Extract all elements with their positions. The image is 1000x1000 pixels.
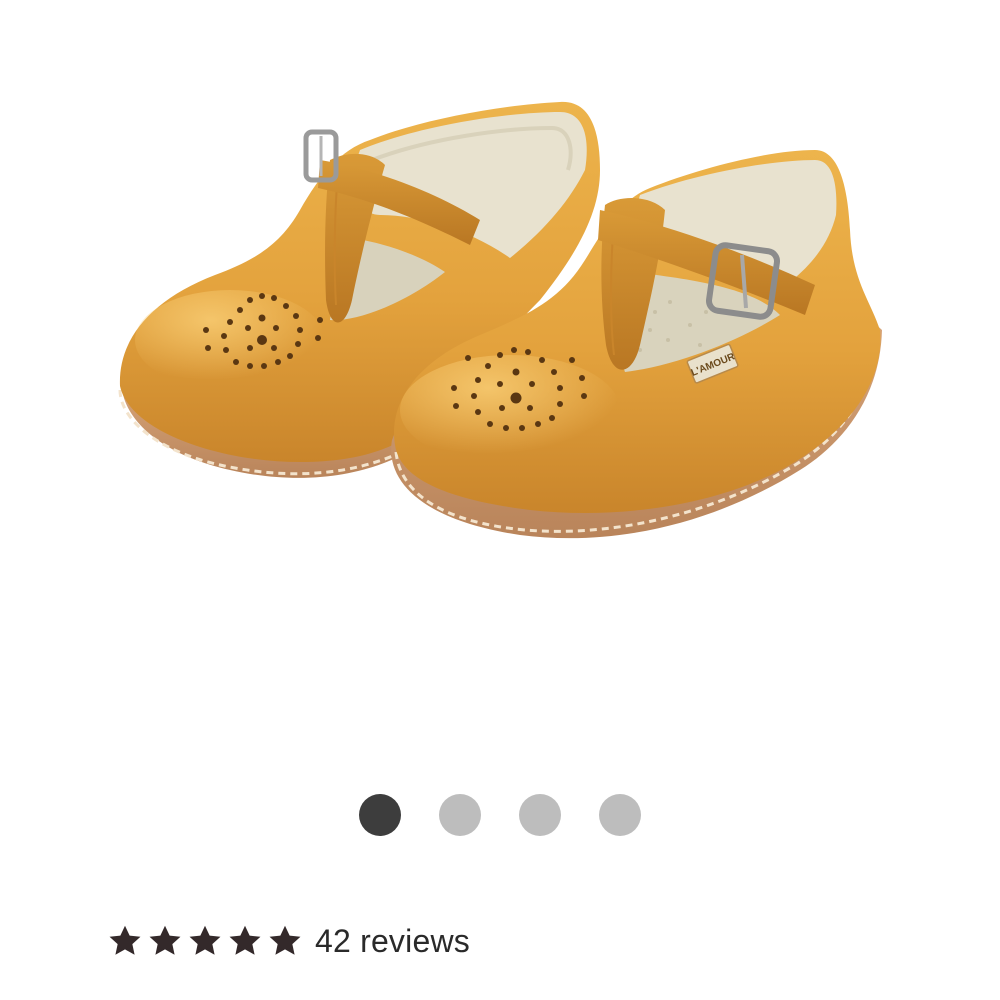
star-icon bbox=[187, 923, 223, 959]
star-rating bbox=[107, 923, 303, 959]
rating-summary[interactable]: 42 reviews bbox=[107, 918, 470, 964]
carousel-dot-1[interactable] bbox=[359, 794, 401, 836]
star-icon bbox=[147, 923, 183, 959]
shoes-illustration: L'AMOUR bbox=[118, 101, 882, 539]
carousel-dot-3[interactable] bbox=[519, 794, 561, 836]
carousel-dot-4[interactable] bbox=[599, 794, 641, 836]
reviews-count-link[interactable]: 42 reviews bbox=[315, 923, 470, 960]
star-icon bbox=[227, 923, 263, 959]
star-icon bbox=[107, 923, 143, 959]
carousel-dot-2[interactable] bbox=[439, 794, 481, 836]
image-carousel-dots bbox=[0, 794, 1000, 836]
star-icon bbox=[267, 923, 303, 959]
product-image[interactable]: L'AMOUR bbox=[0, 0, 1000, 760]
product-page: L'AMOUR 42 reviews bbox=[0, 0, 1000, 1000]
